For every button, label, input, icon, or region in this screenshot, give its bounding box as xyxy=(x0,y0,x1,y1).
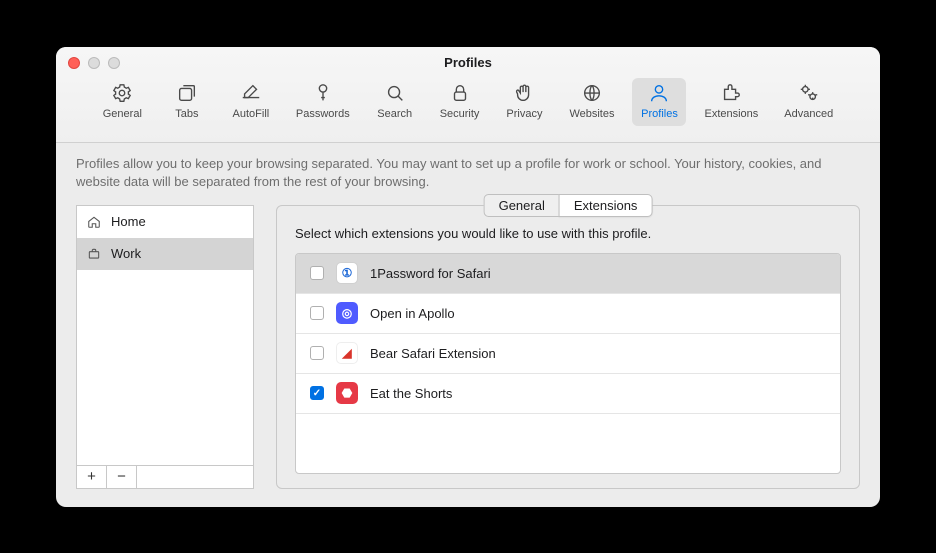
toolbar-label: Tabs xyxy=(175,108,198,120)
preferences-toolbar: General Tabs AutoFill Passwords Search S… xyxy=(56,78,880,126)
window-title: Profiles xyxy=(56,47,880,70)
toolbar-general[interactable]: General xyxy=(95,78,150,126)
toolbar-label: Security xyxy=(440,108,480,120)
segment-general[interactable]: General xyxy=(484,194,559,217)
toolbar-tabs[interactable]: Tabs xyxy=(160,78,214,126)
person-icon xyxy=(648,82,670,104)
toolbar-advanced[interactable]: Advanced xyxy=(776,78,841,126)
profile-label: Work xyxy=(111,246,141,261)
extension-app-icon: ① xyxy=(336,262,358,284)
extension-checkbox[interactable] xyxy=(310,386,324,400)
extension-name: Eat the Shorts xyxy=(370,386,452,401)
key-icon xyxy=(312,82,334,104)
toolbar-label: Websites xyxy=(569,108,614,120)
toolbar-profiles[interactable]: Profiles xyxy=(632,78,686,126)
toolbar-label: Search xyxy=(377,108,412,120)
extension-app-icon: ⬣ xyxy=(336,382,358,404)
profiles-description: Profiles allow you to keep your browsing… xyxy=(76,155,860,191)
toolbar-search[interactable]: Search xyxy=(368,78,422,126)
zoom-window-button[interactable] xyxy=(108,57,120,69)
profiles-list: Home Work xyxy=(77,206,253,465)
remove-profile-button[interactable]: − xyxy=(107,466,137,488)
extension-app-icon: ◢ xyxy=(336,342,358,364)
preferences-window: Profiles General Tabs AutoFill Passwords… xyxy=(56,47,880,507)
extension-row[interactable]: ⬣ Eat the Shorts xyxy=(296,374,840,414)
puzzle-icon xyxy=(720,82,742,104)
extension-name: Bear Safari Extension xyxy=(370,346,496,361)
minimize-window-button[interactable] xyxy=(88,57,100,69)
sidebar-footer: + − xyxy=(77,465,253,488)
extension-name: 1Password for Safari xyxy=(370,266,491,281)
gears-icon xyxy=(798,82,820,104)
briefcase-icon xyxy=(87,247,101,261)
pencil-field-icon xyxy=(240,82,262,104)
house-icon xyxy=(87,215,101,229)
segmented-control: General Extensions xyxy=(484,194,653,217)
lock-icon xyxy=(449,82,471,104)
extensions-hint: Select which extensions you would like t… xyxy=(295,226,841,241)
tabs-icon xyxy=(176,82,198,104)
profile-item-work[interactable]: Work xyxy=(77,238,253,270)
toolbar-autofill[interactable]: AutoFill xyxy=(224,78,278,126)
extension-row[interactable]: ① 1Password for Safari xyxy=(296,254,840,294)
toolbar-label: Extensions xyxy=(704,108,758,120)
toolbar-label: AutoFill xyxy=(233,108,270,120)
search-icon xyxy=(384,82,406,104)
toolbar-label: Passwords xyxy=(296,108,350,120)
globe-icon xyxy=(581,82,603,104)
extensions-list[interactable]: ① 1Password for Safari ◎ Open in Apollo … xyxy=(295,253,841,474)
extension-checkbox[interactable] xyxy=(310,346,324,360)
extension-row[interactable]: ◢ Bear Safari Extension xyxy=(296,334,840,374)
gear-icon xyxy=(111,82,133,104)
extension-checkbox[interactable] xyxy=(310,266,324,280)
profile-item-home[interactable]: Home xyxy=(77,206,253,238)
profile-label: Home xyxy=(111,214,146,229)
close-window-button[interactable] xyxy=(68,57,80,69)
toolbar-label: General xyxy=(103,108,142,120)
toolbar-privacy[interactable]: Privacy xyxy=(497,78,551,126)
segment-extensions[interactable]: Extensions xyxy=(559,194,653,217)
toolbar-label: Privacy xyxy=(506,108,542,120)
extension-name: Open in Apollo xyxy=(370,306,455,321)
hand-icon xyxy=(513,82,535,104)
toolbar-label: Advanced xyxy=(784,108,833,120)
content-area: Profiles allow you to keep your browsing… xyxy=(56,143,880,507)
profiles-sidebar: Home Work + − xyxy=(76,205,254,489)
traffic-lights xyxy=(68,57,120,69)
split-view: Home Work + − General Extensions xyxy=(76,205,860,489)
extension-checkbox[interactable] xyxy=(310,306,324,320)
toolbar-label: Profiles xyxy=(641,108,678,120)
toolbar-security[interactable]: Security xyxy=(432,78,488,126)
toolbar-passwords[interactable]: Passwords xyxy=(288,78,358,126)
titlebar: Profiles General Tabs AutoFill Passwords… xyxy=(56,47,880,143)
extension-app-icon: ◎ xyxy=(336,302,358,324)
toolbar-extensions[interactable]: Extensions xyxy=(696,78,766,126)
profile-detail-panel: General Extensions Select which extensio… xyxy=(276,205,860,489)
toolbar-websites[interactable]: Websites xyxy=(561,78,622,126)
add-profile-button[interactable]: + xyxy=(77,466,107,488)
extension-row[interactable]: ◎ Open in Apollo xyxy=(296,294,840,334)
